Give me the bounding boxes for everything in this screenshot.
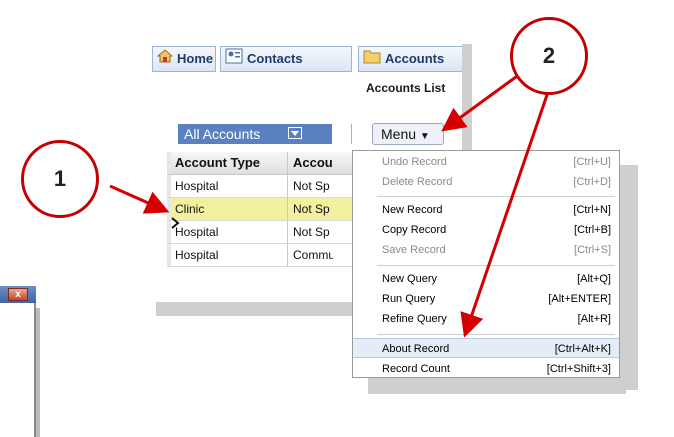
callout-badge-1: 1 — [21, 140, 99, 218]
row-pointer-icon — [171, 217, 180, 229]
callout-badge-2: 2 — [510, 17, 588, 95]
callout-arrow-2-menu — [441, 72, 521, 132]
callout-arrow-1 — [109, 184, 170, 214]
callout-arrow-2-about — [460, 91, 550, 338]
